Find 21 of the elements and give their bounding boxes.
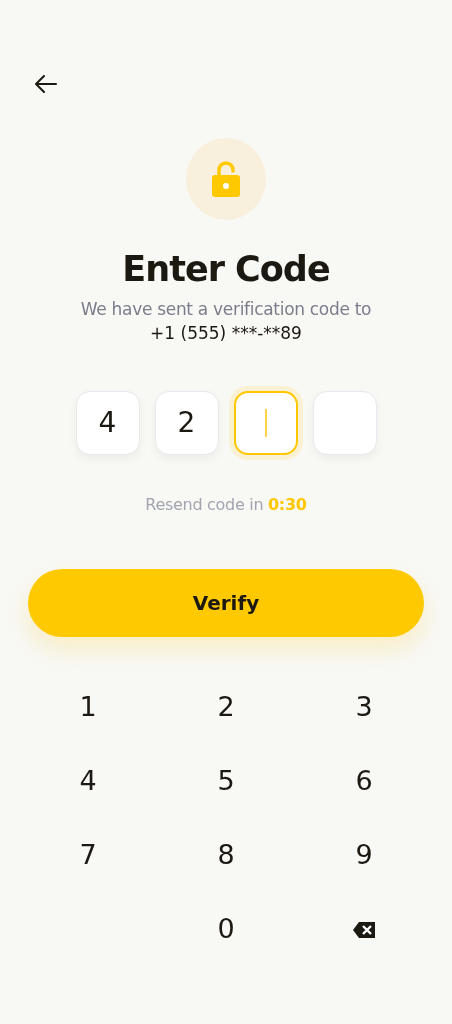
backspace-icon xyxy=(352,920,376,939)
keypad-key[interactable]: 6 xyxy=(295,744,433,819)
padlock-icon xyxy=(211,160,241,198)
resend-countdown-text: Resend code in 0:30 xyxy=(144,493,308,516)
keypad-key[interactable]: 4 xyxy=(19,744,157,819)
keypad-key[interactable]: 5 xyxy=(157,744,295,819)
phone-number: +1 (555) ***-**89 xyxy=(149,321,303,345)
keypad-key[interactable]: 1 xyxy=(19,670,157,745)
keypad-key[interactable]: 3 xyxy=(295,670,433,745)
page-title: Enter Code xyxy=(121,248,331,290)
keypad-key[interactable]: 9 xyxy=(295,818,433,893)
code-digit-field[interactable]: 4 xyxy=(75,390,140,455)
keypad-key[interactable]: 2 xyxy=(157,670,295,745)
subtitle-text: We have sent a verification code to xyxy=(79,298,373,321)
keypad-key[interactable]: 8 xyxy=(157,818,295,893)
verify-button[interactable]: Verify xyxy=(28,568,424,637)
keypad-key[interactable]: 0 xyxy=(157,892,295,967)
keypad-key[interactable]: 7 xyxy=(19,818,157,893)
code-digit-field[interactable]: 2 xyxy=(154,390,219,455)
text-cursor xyxy=(264,408,267,437)
back-arrow-icon xyxy=(35,75,57,93)
